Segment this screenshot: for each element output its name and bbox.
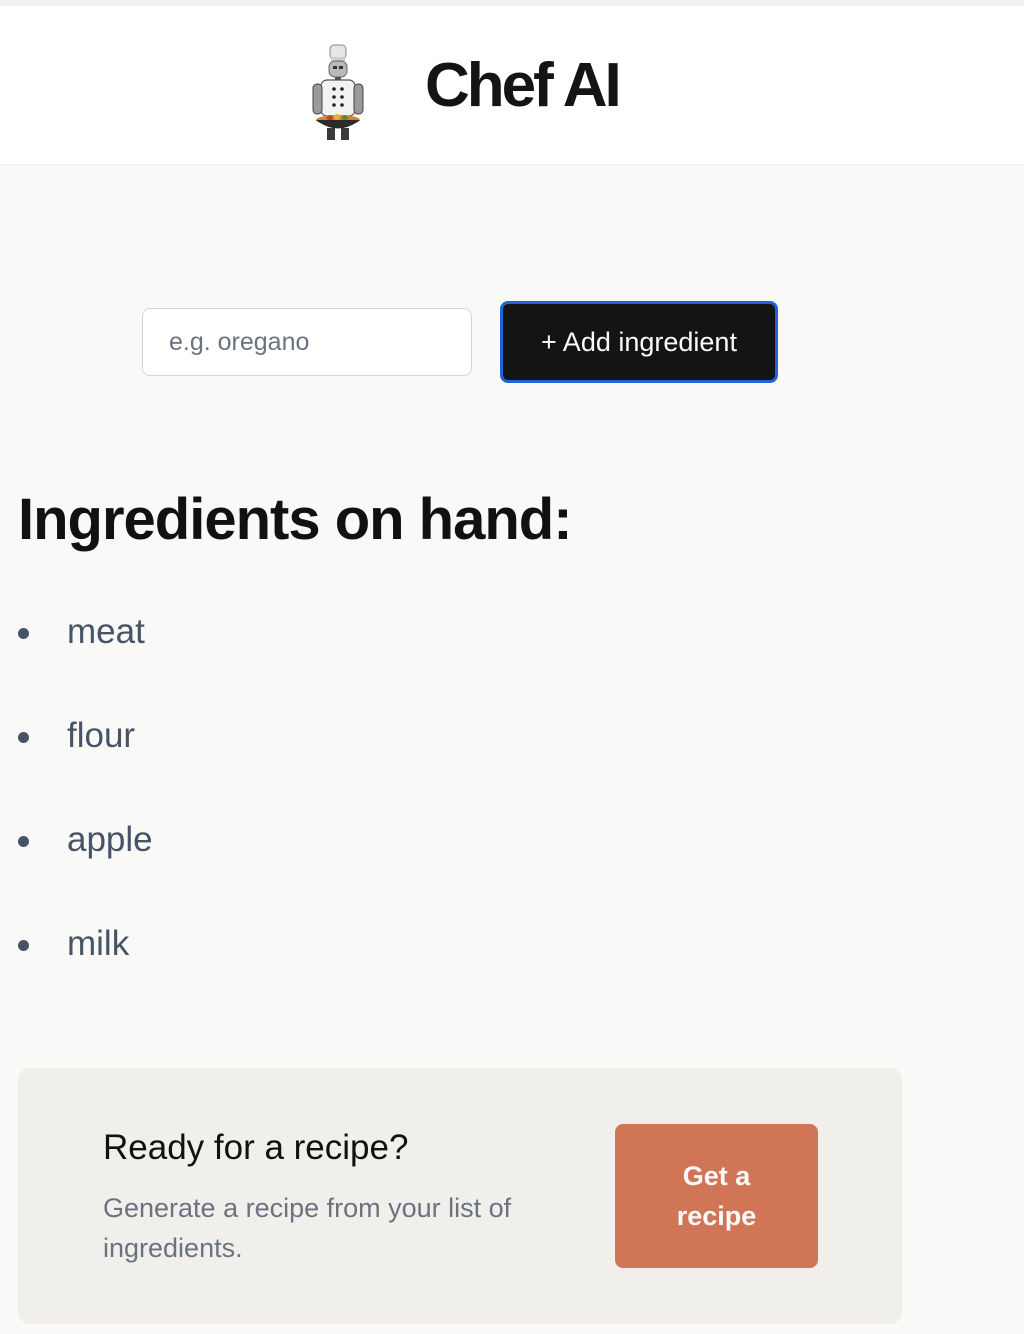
- bullet-icon: [18, 732, 29, 743]
- ingredient-label: milk: [67, 924, 130, 963]
- ingredients-heading: Ingredients on hand:: [18, 487, 573, 552]
- add-ingredient-button[interactable]: + Add ingredient: [500, 301, 778, 383]
- robot-chef-icon: [306, 42, 370, 142]
- recipe-card-title: Ready for a recipe?: [103, 1128, 409, 1167]
- ingredient-input[interactable]: [142, 308, 472, 376]
- ingredient-label: apple: [67, 820, 153, 859]
- chef-ai-page: Chef AI + Add ingredient Ingredients on …: [0, 0, 1024, 1334]
- recipe-card-description: Generate a recipe from your list of ingr…: [103, 1193, 512, 1263]
- bullet-icon: [18, 628, 29, 639]
- app-header: Chef AI: [0, 6, 1024, 165]
- app-title: Chef AI: [425, 51, 622, 120]
- get-recipe-card: Ready for a recipe? Generate a recipe fr…: [18, 1068, 902, 1324]
- get-recipe-button[interactable]: Get a recipe: [615, 1124, 818, 1268]
- ingredient-label: flour: [67, 716, 136, 755]
- bullet-icon: [18, 940, 29, 951]
- bullet-icon: [18, 836, 29, 847]
- ingredient-label: meat: [67, 612, 145, 651]
